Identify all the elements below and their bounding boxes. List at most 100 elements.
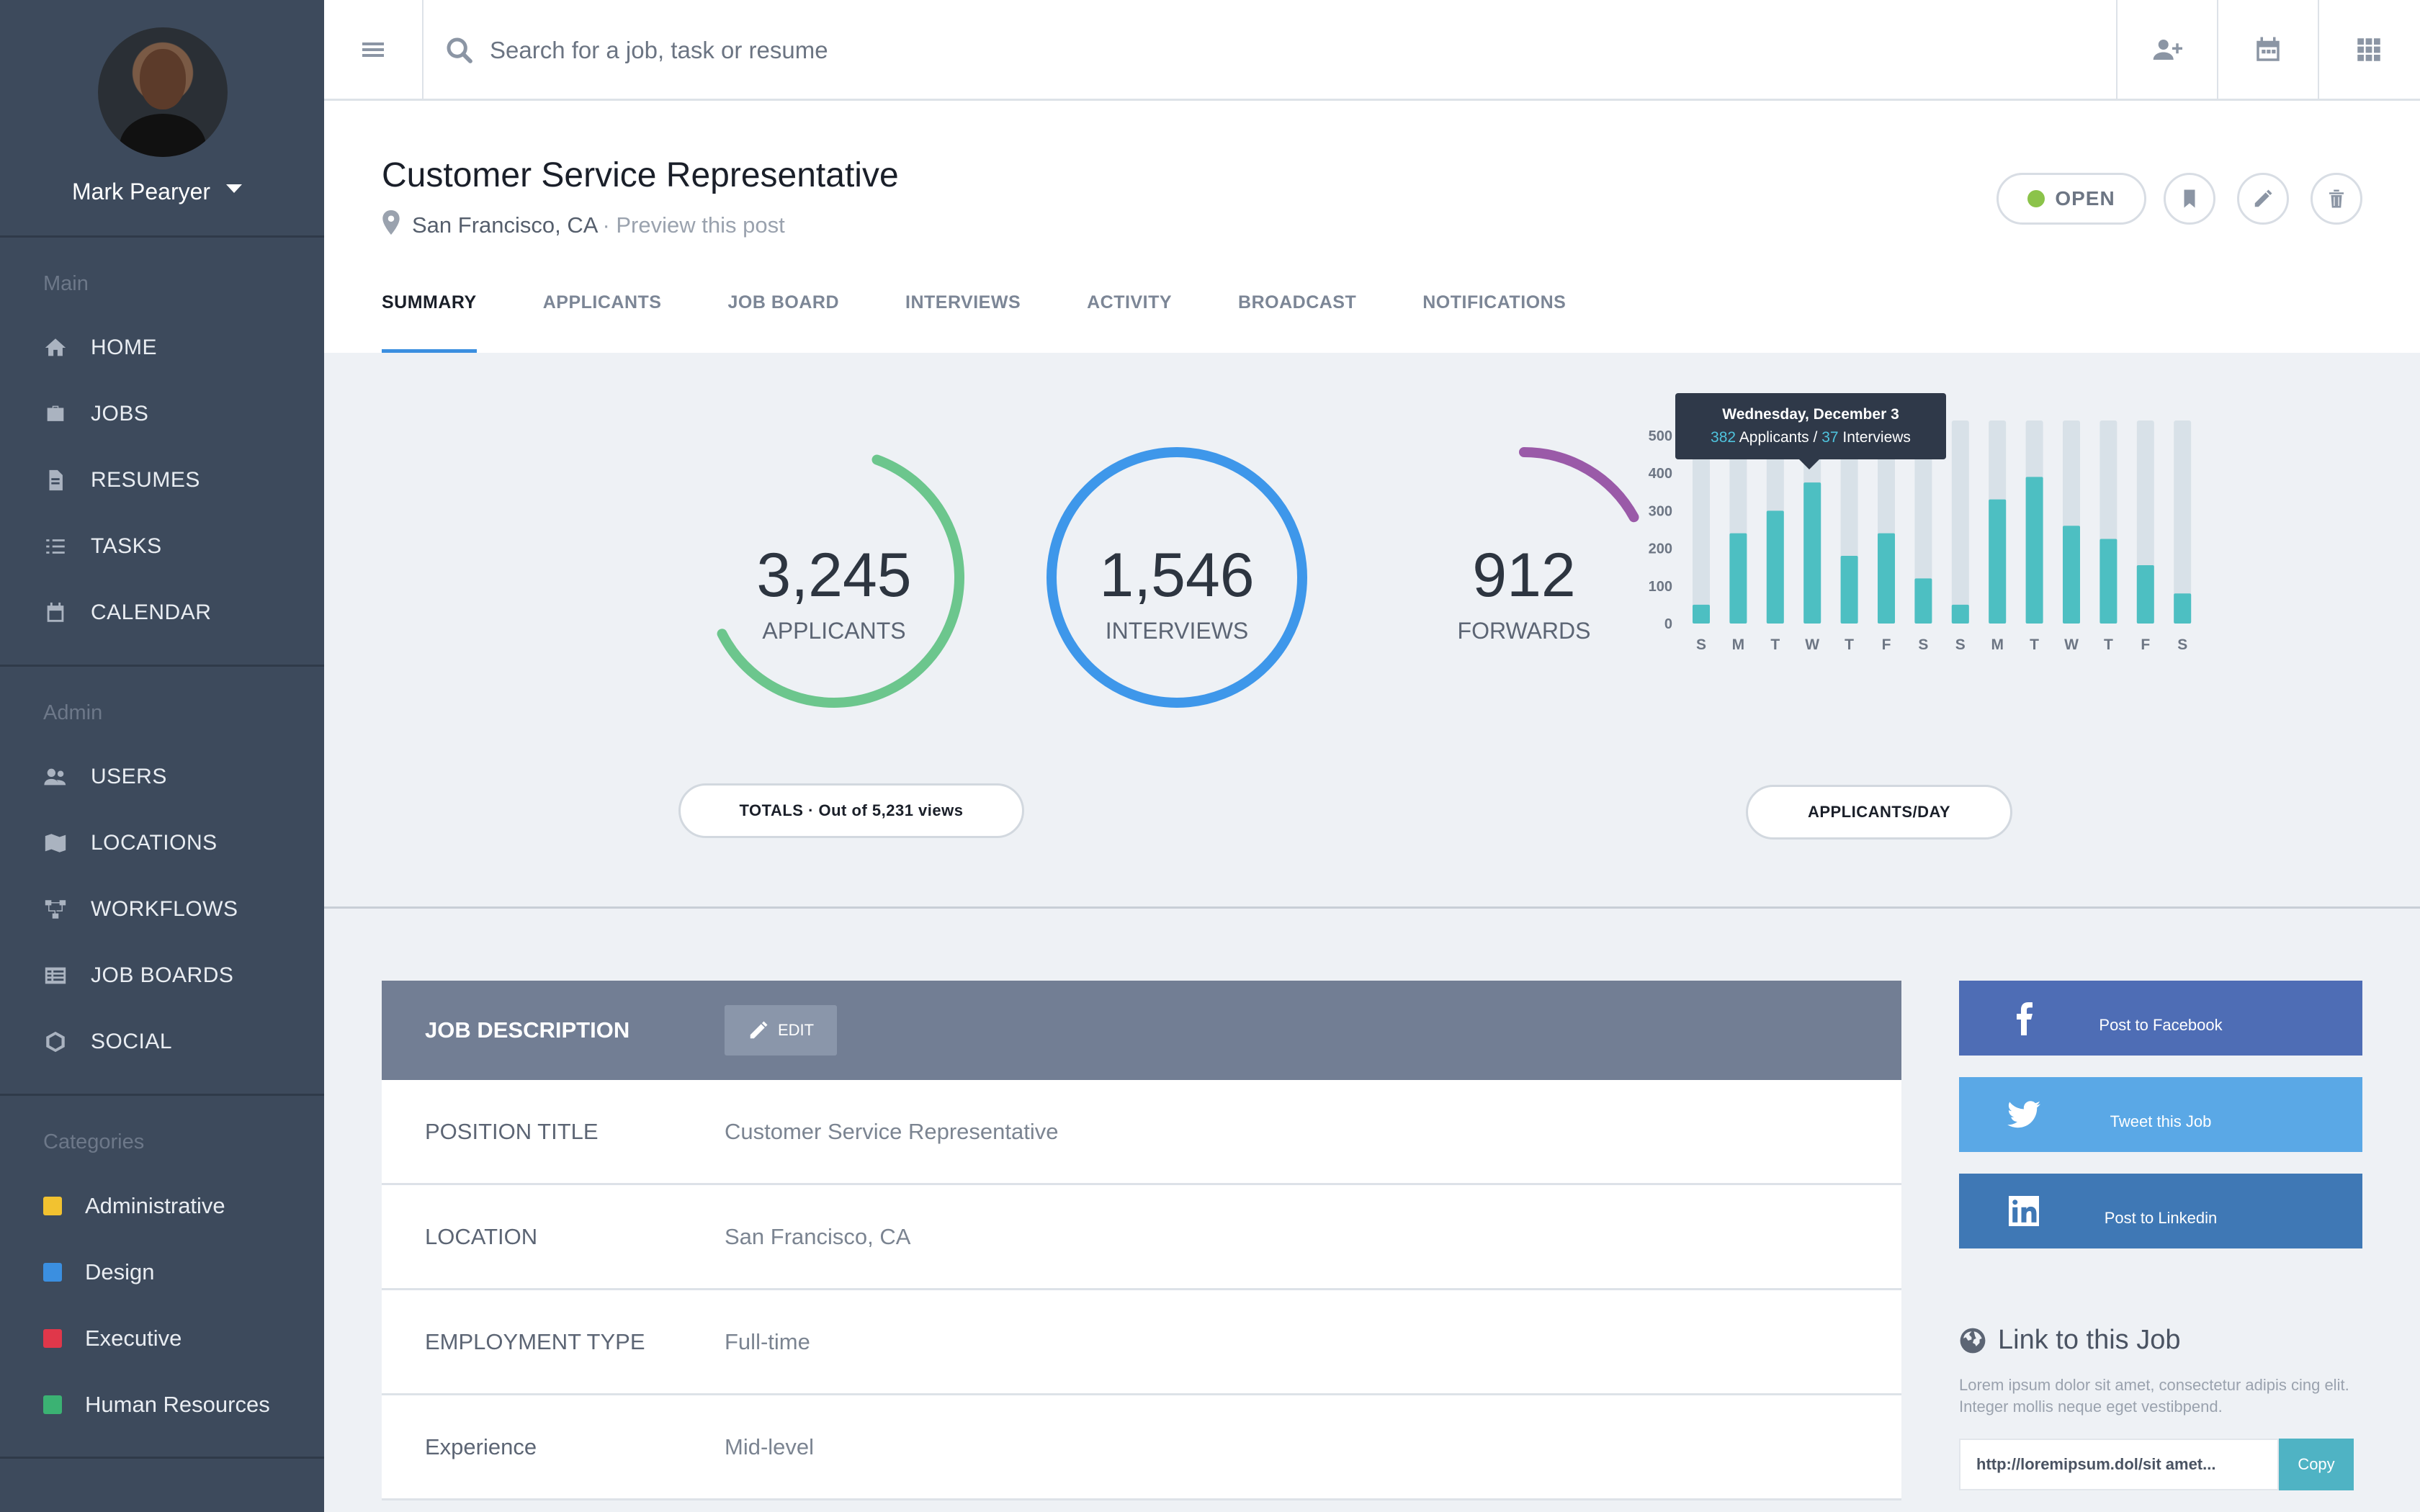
tab-applicants[interactable]: APPLICANTS	[543, 288, 662, 353]
bar[interactable]	[1803, 482, 1821, 624]
calendar-button[interactable]	[2217, 0, 2318, 99]
interviews-label: INTERVIEWS	[1105, 618, 1249, 644]
sidebar-item-label: RESUMES	[91, 468, 200, 492]
bookmark-icon	[2184, 189, 2195, 208]
category-item-human-resources[interactable]: Human Resources	[0, 1372, 324, 1438]
x-tick-label: W	[1805, 636, 1819, 653]
x-tick-label: S	[2177, 636, 2187, 653]
forwards-stat: 912 FORWARDS	[1380, 433, 1668, 721]
bar[interactable]	[1878, 533, 1895, 624]
location-text: San Francisco, CA	[412, 212, 599, 238]
x-tick-label: T	[1845, 636, 1854, 653]
tab-interviews[interactable]: INTERVIEWS	[905, 288, 1021, 353]
tab-summary[interactable]: SUMMARY	[382, 288, 477, 353]
bookmark-button[interactable]	[2164, 173, 2215, 225]
bar[interactable]	[1951, 604, 1969, 624]
search-icon	[445, 36, 474, 68]
applicants-per-day-pill[interactable]: APPLICANTS/DAY	[1746, 785, 2012, 840]
trash-icon	[2329, 189, 2344, 208]
sidebar-item-calendar[interactable]: CALENDAR	[0, 580, 324, 646]
y-tick-label: 400	[1649, 466, 1672, 482]
color-swatch-icon	[43, 1329, 62, 1348]
profile-name[interactable]: Mark Pearyer	[72, 179, 210, 205]
x-tick-label: W	[2064, 636, 2079, 653]
status-badge[interactable]: OPEN	[1996, 173, 2146, 225]
x-tick-label: S	[1955, 636, 1966, 653]
tooltip-values: 382 Applicants / 37 Interviews	[1675, 429, 1946, 446]
sidebar-item-jobs[interactable]: JOBS	[0, 381, 324, 447]
x-tick-label: M	[1991, 636, 2004, 653]
y-tick-label: 300	[1649, 503, 1672, 519]
category-item-administrative[interactable]: Administrative	[0, 1173, 324, 1239]
avatar[interactable]	[98, 27, 228, 157]
hamburger-icon	[362, 40, 384, 60]
sidebar-item-resumes[interactable]: RESUMES	[0, 447, 324, 513]
forwards-label: FORWARDS	[1457, 618, 1591, 644]
field-label: Experience	[425, 1434, 537, 1459]
y-tick-label: 100	[1649, 579, 1672, 595]
bar[interactable]	[2063, 526, 2080, 624]
chart-tooltip: Wednesday, December 3 382 Applicants / 3…	[1675, 393, 1946, 469]
add-user-button[interactable]	[2116, 0, 2217, 99]
status-label: OPEN	[2055, 187, 2115, 210]
tab-activity[interactable]: ACTIVITY	[1087, 288, 1172, 353]
sidebar-item-social[interactable]: SOCIAL	[0, 1009, 324, 1075]
bar[interactable]	[1766, 510, 1784, 624]
sidebar-item-label: JOB BOARDS	[91, 963, 234, 987]
bar[interactable]	[2136, 565, 2154, 624]
tooltip-applicants-count: 382	[1711, 429, 1736, 446]
briefcase-icon	[42, 403, 69, 425]
bar[interactable]	[1693, 604, 1710, 624]
applicants-label: APPLICANTS	[762, 618, 906, 644]
bar[interactable]	[1729, 533, 1747, 624]
bar[interactable]	[2174, 593, 2192, 624]
sidebar-item-workflows[interactable]: WORKFLOWS	[0, 876, 324, 942]
edit-description-button[interactable]: EDIT	[725, 1005, 838, 1056]
job-link-field[interactable]: http://loremipsum.dol/sit amet...	[1959, 1439, 2279, 1491]
post-to-linkedin-button[interactable]: Post to Linkedin	[1959, 1174, 2362, 1248]
category-item-design[interactable]: Design	[0, 1239, 324, 1305]
bar[interactable]	[2099, 539, 2118, 624]
sidebar-item-tasks[interactable]: TASKS	[0, 513, 324, 580]
bar[interactable]	[1840, 556, 1858, 624]
sidebar-item-label: JOBS	[91, 402, 149, 426]
sidebar-item-users[interactable]: USERS	[0, 744, 324, 810]
sidebar-item-home[interactable]: HOME	[0, 315, 324, 381]
share-panel: Post to Facebook Tweet this Job Post to …	[1959, 981, 2362, 1491]
tab-notifications[interactable]: NOTIFICATIONS	[1422, 288, 1566, 353]
apps-grid-icon	[2357, 38, 2380, 61]
field-value: San Francisco, CA	[725, 1223, 911, 1249]
chevron-down-icon[interactable]	[226, 184, 242, 193]
bar[interactable]	[2025, 477, 2043, 624]
sidebar-item-label: USERS	[91, 765, 167, 788]
category-item-executive[interactable]: Executive	[0, 1305, 324, 1372]
post-to-facebook-button[interactable]: Post to Facebook	[1959, 981, 2362, 1056]
avatar-shirt	[120, 114, 206, 157]
bar[interactable]	[1914, 578, 1932, 624]
workflow-icon	[42, 899, 69, 920]
top-bar	[324, 0, 2420, 101]
hamburger-menu-button[interactable]	[324, 0, 424, 99]
sidebar-item-job-boards[interactable]: JOB BOARDS	[0, 942, 324, 1009]
tooltip-interviews-count: 37	[1821, 429, 1839, 446]
delete-job-button[interactable]	[2311, 173, 2362, 225]
sidebar-item-locations[interactable]: LOCATIONS	[0, 810, 324, 876]
edit-label: EDIT	[778, 1021, 815, 1039]
search-input[interactable]	[490, 29, 1858, 72]
apps-grid-button[interactable]	[2318, 0, 2419, 99]
edit-job-button[interactable]	[2237, 173, 2289, 225]
x-tick-label: M	[1732, 636, 1745, 653]
tab-job-board[interactable]: JOB BOARD	[727, 288, 839, 353]
totals-pill[interactable]: TOTALS · Out of 5,231 views	[678, 783, 1024, 838]
tweet-job-button[interactable]: Tweet this Job	[1959, 1077, 2362, 1152]
nav-section-admin: Admin USERS LOCATIONS WORKFLOWS JOB BOAR…	[0, 667, 324, 1096]
job-description-title: JOB DESCRIPTION	[425, 1017, 630, 1043]
link-to-job-heading: Link to this Job	[1959, 1325, 2362, 1356]
map-icon	[42, 832, 69, 854]
checkbox-icon[interactable]	[43, 1197, 62, 1215]
copy-link-button[interactable]: Copy	[2279, 1439, 2354, 1491]
preview-post-link[interactable]: · Preview this post	[602, 212, 784, 238]
tab-broadcast[interactable]: BROADCAST	[1238, 288, 1356, 353]
social-icon	[42, 1031, 69, 1053]
bar[interactable]	[1989, 499, 2007, 624]
